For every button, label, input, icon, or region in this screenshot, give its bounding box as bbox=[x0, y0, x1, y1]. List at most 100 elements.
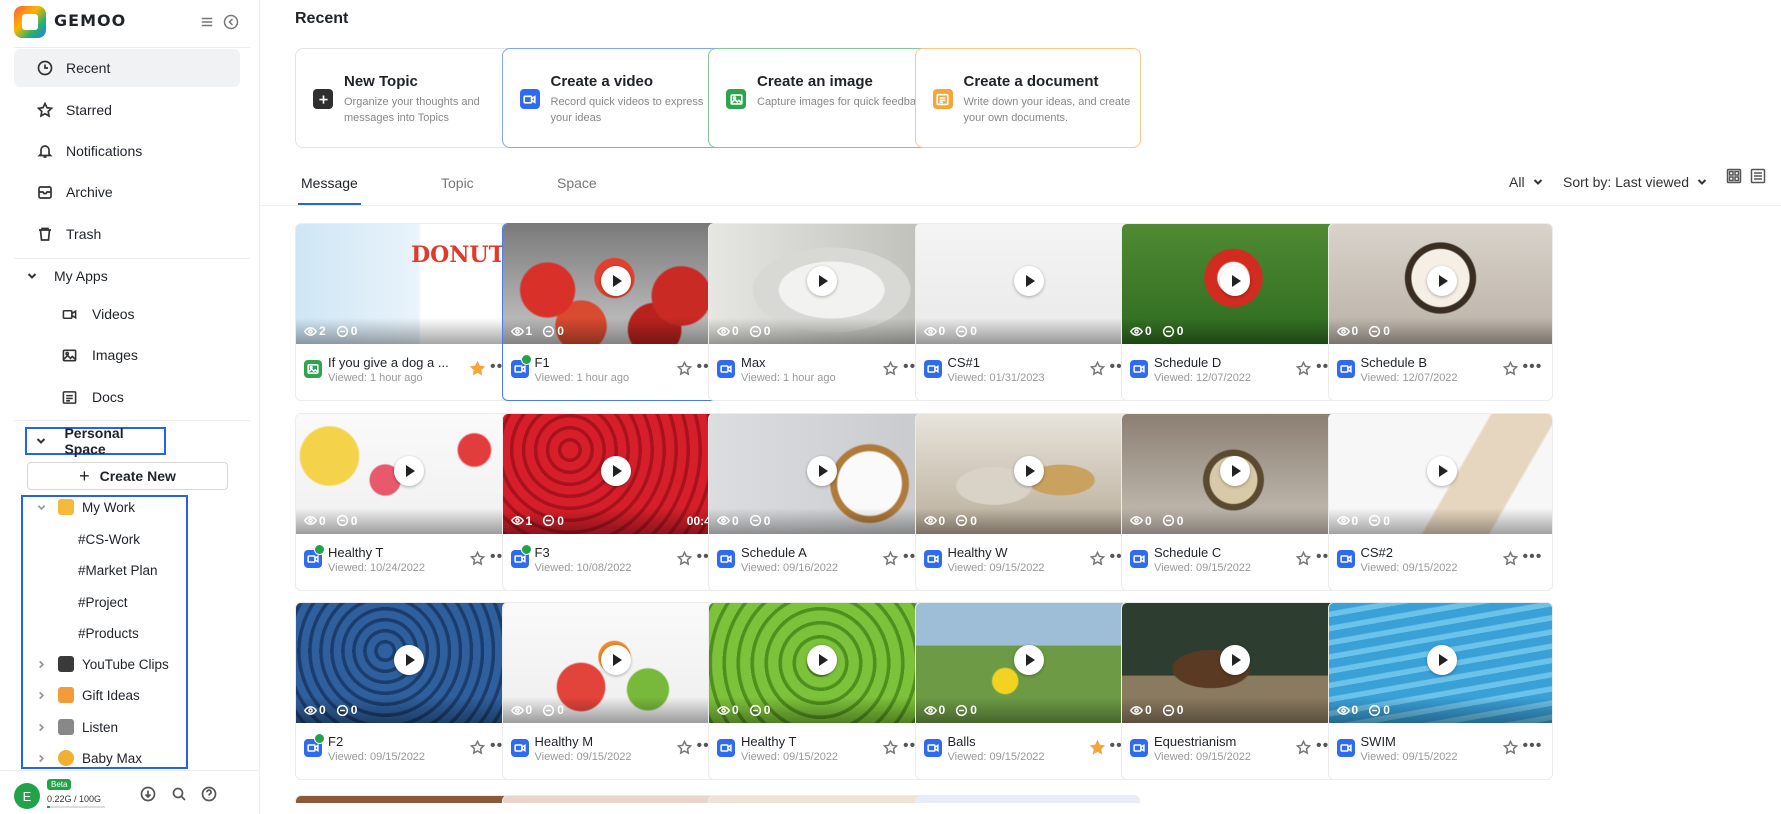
message-card[interactable]: 0 0 Healthy M Viewed: 09/15/2022 ••• bbox=[501, 602, 727, 780]
menu-icon[interactable] bbox=[198, 13, 216, 31]
card-title[interactable]: F1 bbox=[535, 355, 665, 370]
message-card[interactable]: 0 0 CS#2 Viewed: 09/15/2022 ••• bbox=[1327, 412, 1553, 591]
download-icon[interactable] bbox=[139, 785, 157, 803]
message-card[interactable]: 0 0 Equestrianism Viewed: 09/15/2022 ••• bbox=[1121, 602, 1346, 780]
card-title[interactable]: Schedule A bbox=[741, 545, 871, 560]
search-icon[interactable] bbox=[170, 785, 188, 803]
tab-topic[interactable]: Topic bbox=[441, 160, 474, 206]
message-card[interactable]: 0 0 Healthy T Viewed: 10/24/2022 ••• bbox=[295, 412, 520, 591]
play-icon[interactable] bbox=[1220, 266, 1250, 296]
card-thumbnail[interactable]: 00 bbox=[915, 413, 1139, 534]
card-thumbnail[interactable]: 10 bbox=[502, 224, 726, 344]
star-icon[interactable] bbox=[1295, 739, 1312, 755]
play-icon[interactable] bbox=[807, 266, 837, 296]
star-icon[interactable] bbox=[676, 550, 692, 566]
play-icon[interactable] bbox=[1426, 266, 1457, 296]
card-title[interactable]: CS#2 bbox=[1361, 545, 1491, 560]
message-card[interactable]: Donut 2 0 If you give a dog a ... Viewed: 1 … bbox=[295, 223, 520, 401]
my-apps-toggle[interactable]: My Apps bbox=[26, 262, 108, 290]
star-icon[interactable] bbox=[1502, 360, 1518, 376]
message-card-partial[interactable] bbox=[914, 795, 1140, 803]
star-icon[interactable] bbox=[1089, 739, 1105, 755]
card-title[interactable]: Schedule D bbox=[1154, 355, 1284, 370]
tree-item-baby-max[interactable]: Baby Max bbox=[36, 746, 142, 770]
message-card-partial[interactable] bbox=[708, 795, 933, 803]
card-thumbnail[interactable]: 00 bbox=[296, 413, 519, 534]
card-thumbnail[interactable]: 00 bbox=[296, 603, 519, 723]
star-icon[interactable] bbox=[676, 360, 692, 376]
star-icon[interactable] bbox=[469, 360, 486, 376]
personal-space-toggle[interactable]: Personal Space bbox=[25, 425, 166, 457]
play-icon[interactable] bbox=[394, 645, 424, 675]
message-card[interactable]: 0 0 Healthy W Viewed: 09/15/2022 ••• bbox=[914, 412, 1140, 591]
card-thumbnail[interactable]: 00 bbox=[709, 224, 932, 344]
star-icon[interactable] bbox=[882, 360, 899, 376]
star-icon[interactable] bbox=[1502, 550, 1518, 566]
card-title[interactable]: F3 bbox=[535, 545, 665, 560]
message-card[interactable]: 0 0 Schedule C Viewed: 09/15/2022 ••• bbox=[1121, 412, 1346, 591]
play-icon[interactable] bbox=[1013, 266, 1044, 296]
card-thumbnail[interactable]: 00 bbox=[709, 413, 932, 534]
app-docs[interactable]: Docs bbox=[60, 382, 124, 412]
tree-item-project[interactable]: #Project bbox=[78, 590, 128, 614]
card-thumbnail[interactable]: 00 bbox=[1122, 413, 1345, 534]
star-icon[interactable] bbox=[1089, 550, 1105, 566]
nav-trash[interactable]: Trash bbox=[14, 215, 240, 253]
play-icon[interactable] bbox=[1220, 455, 1250, 486]
card-thumbnail[interactable]: 1 0 00:47 bbox=[502, 413, 726, 534]
star-icon[interactable] bbox=[1502, 739, 1518, 755]
card-title[interactable]: Healthy M bbox=[535, 734, 665, 749]
card-title[interactable]: Healthy W bbox=[948, 545, 1078, 560]
card-thumbnail[interactable]: 00 bbox=[915, 224, 1139, 344]
tab-message[interactable]: Message bbox=[301, 160, 358, 206]
filter-all-dropdown[interactable]: All bbox=[1509, 174, 1543, 190]
card-thumbnail[interactable]: 00 bbox=[1328, 413, 1552, 534]
message-card[interactable]: 0 0 Max Viewed: 1 hour ago ••• bbox=[708, 223, 933, 401]
message-card[interactable]: 0 0 Schedule B Viewed: 12/07/2022 ••• bbox=[1327, 223, 1553, 401]
app-images[interactable]: Images bbox=[60, 340, 138, 370]
more-options-icon[interactable]: ••• bbox=[1523, 359, 1543, 376]
star-icon[interactable] bbox=[1295, 550, 1312, 566]
card-title[interactable]: F2 bbox=[328, 734, 458, 749]
message-card[interactable]: 0 0 SWIM Viewed: 09/15/2022 ••• bbox=[1327, 602, 1553, 780]
more-options-icon[interactable]: ••• bbox=[1523, 738, 1543, 755]
list-view-icon[interactable] bbox=[1750, 168, 1766, 184]
tree-item-youtube-clips[interactable]: YouTube Clips bbox=[36, 652, 169, 676]
create-new-button[interactable]: + Create New bbox=[27, 462, 228, 490]
star-icon[interactable] bbox=[469, 739, 486, 755]
card-thumbnail[interactable]: Donut 2 0 bbox=[296, 224, 519, 344]
card-title[interactable]: Equestrianism bbox=[1154, 734, 1284, 749]
message-card[interactable]: 0 0 Schedule A Viewed: 09/16/2022 ••• bbox=[708, 412, 933, 591]
card-title[interactable]: Schedule B bbox=[1361, 355, 1491, 370]
message-card-partial[interactable] bbox=[295, 795, 520, 803]
quick-create-create-a-document[interactable]: Create a document Write down your ideas, … bbox=[914, 48, 1141, 148]
card-thumbnail[interactable]: 00 bbox=[1328, 603, 1552, 723]
card-title[interactable]: Balls bbox=[948, 734, 1078, 749]
play-icon[interactable] bbox=[394, 455, 424, 486]
star-icon[interactable] bbox=[1295, 360, 1312, 376]
nav-starred[interactable]: Starred bbox=[14, 91, 240, 129]
card-title[interactable]: Max bbox=[741, 355, 871, 370]
message-card[interactable]: 1 0 00:47 F3 Viewed: 10/08/2022 ••• bbox=[501, 412, 727, 591]
play-icon[interactable] bbox=[1013, 645, 1044, 675]
card-title[interactable]: Healthy T bbox=[741, 734, 871, 749]
tree-item-listen[interactable]: Listen bbox=[36, 715, 118, 739]
play-icon[interactable] bbox=[1220, 645, 1250, 675]
message-card[interactable]: 0 0 Healthy T Viewed: 09/15/2022 ••• bbox=[708, 602, 933, 780]
card-thumbnail[interactable]: 00 bbox=[709, 603, 932, 723]
star-icon[interactable] bbox=[882, 739, 899, 755]
card-thumbnail[interactable]: 00 bbox=[1328, 224, 1552, 344]
play-icon[interactable] bbox=[1013, 455, 1044, 486]
play-icon[interactable] bbox=[600, 645, 631, 675]
play-icon[interactable] bbox=[600, 455, 631, 486]
play-icon[interactable] bbox=[807, 645, 837, 675]
help-icon[interactable] bbox=[200, 785, 218, 803]
star-icon[interactable] bbox=[1089, 360, 1105, 376]
tree-item-cs-work[interactable]: #CS-Work bbox=[78, 527, 140, 551]
message-card[interactable]: 0 0 CS#1 Viewed: 01/31/2023 ••• bbox=[914, 223, 1140, 401]
tree-item-gift-ideas[interactable]: Gift Ideas bbox=[36, 683, 140, 707]
message-card[interactable]: 0 0 Schedule D Viewed: 12/07/2022 ••• bbox=[1121, 223, 1346, 401]
quick-create-create-a-video[interactable]: Create a video Record quick videos to exp… bbox=[501, 48, 728, 148]
grid-view-icon[interactable] bbox=[1726, 168, 1742, 184]
tree-item-products[interactable]: #Products bbox=[78, 621, 139, 645]
